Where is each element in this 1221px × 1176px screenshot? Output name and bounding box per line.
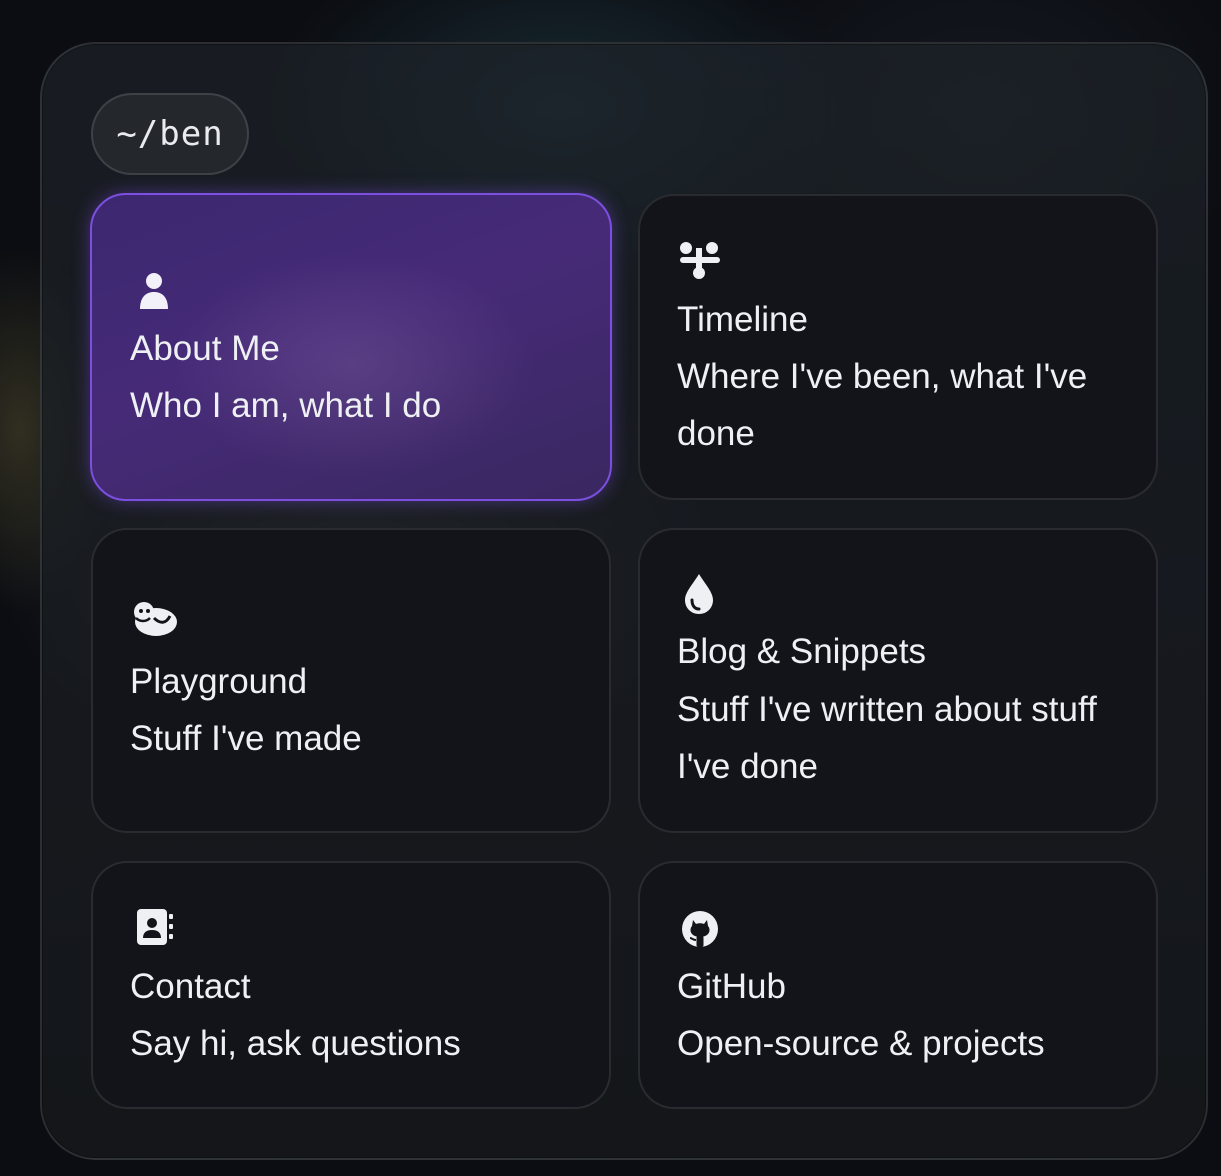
card-title: Contact bbox=[130, 967, 251, 1006]
nav-card-contact[interactable]: Contact Say hi, ask questions bbox=[91, 861, 611, 1109]
github-icon bbox=[680, 909, 724, 953]
address-book-icon bbox=[135, 907, 179, 951]
card-title: About Me bbox=[130, 329, 280, 368]
card-description: Say hi, ask questions bbox=[130, 1024, 461, 1063]
nav-card-about-me[interactable]: About Me Who I am, what I do bbox=[90, 193, 612, 501]
nav-card-github[interactable]: GitHub Open-source & projects bbox=[638, 861, 1158, 1109]
card-title: GitHub bbox=[677, 967, 786, 1006]
path-breadcrumb[interactable]: ~/ben bbox=[91, 93, 249, 175]
otter-icon bbox=[130, 602, 177, 646]
nav-card-blog[interactable]: Blog & Snippets Stuff I've written about… bbox=[638, 528, 1158, 833]
timeline-icon bbox=[678, 240, 722, 284]
droplet-icon bbox=[683, 572, 727, 616]
person-icon bbox=[134, 269, 178, 313]
nav-card-playground[interactable]: Playground Stuff I've made bbox=[91, 528, 611, 833]
card-description: Open-source & projects bbox=[677, 1024, 1045, 1063]
card-title: Playground bbox=[130, 662, 308, 701]
card-title: Timeline bbox=[677, 300, 808, 339]
card-description: Stuff I've made bbox=[130, 719, 362, 758]
card-description: Stuff I've written about stuff I've done bbox=[677, 690, 1097, 786]
card-description: Who I am, what I do bbox=[130, 386, 442, 425]
card-description: Where I've been, what I've done bbox=[677, 357, 1088, 453]
nav-card-timeline[interactable]: Timeline Where I've been, what I've done bbox=[638, 194, 1158, 500]
card-title: Blog & Snippets bbox=[677, 632, 927, 671]
